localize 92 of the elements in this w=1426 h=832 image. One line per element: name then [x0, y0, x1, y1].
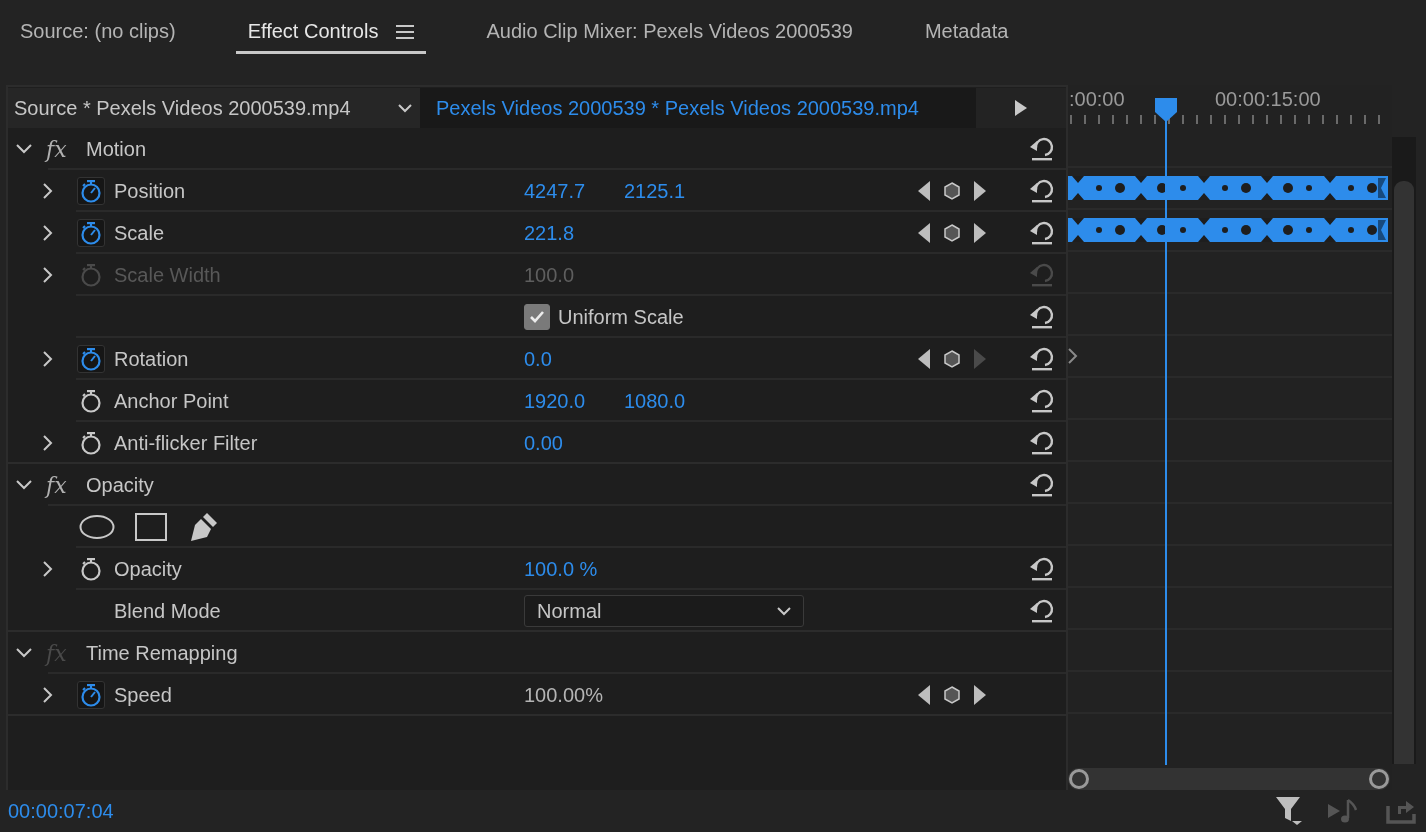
timecode-label: 00:00:15:00 [1215, 88, 1322, 111]
property-value[interactable]: 1080.0 [624, 389, 724, 413]
effect-name: Time Remapping [86, 641, 239, 665]
stopwatch-toggle[interactable] [77, 219, 105, 247]
property-name: Blend Mode [114, 599, 221, 623]
sequence-clip-tab[interactable]: Pexels Videos 2000539 * Pexels Videos 2000539.mp4 [420, 88, 976, 128]
twirl-icon[interactable] [43, 435, 53, 451]
stopwatch-icon [80, 347, 102, 371]
twirl-icon[interactable] [16, 144, 32, 154]
panel-tab[interactable]: Audio Clip Mixer: Pexels Videos 2000539 [474, 6, 865, 54]
property-value[interactable]: 0.0 [524, 347, 624, 371]
ellipse-mask-icon[interactable] [79, 514, 115, 540]
property-name: Anti-flicker Filter [114, 431, 258, 455]
property-value[interactable]: 100.0 % [524, 557, 624, 581]
fx-toggle[interactable]: fx [46, 472, 76, 498]
property-value[interactable]: 0.00 [524, 431, 624, 455]
timecode-label: :00:00 [1069, 88, 1126, 111]
reset-icon[interactable] [1028, 136, 1054, 162]
zoom-scrollbar[interactable] [1068, 768, 1390, 790]
play-icon[interactable] [1015, 100, 1027, 116]
add-keyframe-icon[interactable] [944, 686, 960, 704]
add-keyframe-icon[interactable] [944, 350, 960, 368]
previous-keyframe-icon[interactable] [918, 349, 930, 369]
stopwatch-icon [80, 557, 102, 581]
scroll-handle[interactable] [1369, 769, 1389, 789]
property-name: Scale Width [114, 263, 221, 287]
scroll-thumb[interactable] [1394, 181, 1414, 764]
reset-icon[interactable] [1028, 220, 1054, 246]
add-keyframe-icon[interactable] [944, 224, 960, 242]
property-value[interactable]: 1920.0 [524, 389, 624, 413]
stopwatch-icon [80, 179, 102, 203]
property-name: Anchor Point [114, 389, 229, 413]
menu-icon[interactable] [396, 24, 415, 39]
fx-toggle[interactable]: fx [46, 136, 76, 162]
stopwatch-toggle[interactable] [77, 345, 105, 373]
property-value: 100.00% [524, 683, 604, 707]
property-name: Speed [114, 683, 172, 707]
reset-icon[interactable] [1028, 178, 1054, 204]
filter-icon[interactable] [1276, 797, 1302, 825]
previous-keyframe-icon[interactable] [918, 685, 930, 705]
next-keyframe-icon[interactable] [974, 685, 986, 705]
reset-icon[interactable] [1028, 556, 1054, 582]
blend-mode-dropdown[interactable]: Normal [524, 595, 804, 627]
reset-icon[interactable] [1028, 430, 1054, 456]
previous-keyframe-icon[interactable] [918, 223, 930, 243]
reset-icon[interactable] [1028, 472, 1054, 498]
twirl-icon[interactable] [43, 183, 53, 199]
property-name: Position [114, 179, 186, 203]
property-value[interactable]: 4247.7 [524, 179, 624, 203]
stopwatch-icon [80, 431, 102, 455]
checkmark-icon [529, 310, 545, 324]
vertical-scrollbar[interactable] [1392, 137, 1416, 764]
reset-icon[interactable] [1028, 388, 1054, 414]
reset-icon[interactable] [1028, 598, 1054, 624]
stopwatch-icon [80, 263, 102, 287]
stopwatch-icon [80, 221, 102, 245]
panel-tab[interactable]: Metadata [912, 6, 1021, 54]
twirl-icon[interactable] [16, 648, 32, 658]
rectangle-mask-icon[interactable] [135, 513, 167, 541]
effect-name: Opacity [86, 473, 155, 497]
caret-icon[interactable] [777, 606, 791, 616]
panel-tab[interactable]: Effect Controls [235, 6, 427, 54]
property-value: 100.0 [524, 263, 576, 287]
previous-keyframe-icon[interactable] [918, 181, 930, 201]
checkbox-label: Uniform Scale [558, 305, 684, 329]
twirl-icon[interactable] [43, 225, 53, 241]
effect-name: Motion [86, 137, 148, 161]
stopwatch-toggle[interactable] [77, 681, 105, 709]
property-name: Scale [114, 221, 165, 245]
caret-icon[interactable] [398, 103, 412, 113]
stopwatch-icon [80, 683, 102, 707]
twirl-icon[interactable] [16, 480, 32, 490]
add-keyframe-icon[interactable] [944, 182, 960, 200]
clip-dropdown[interactable]: Source * Pexels Videos 2000539.mp4 [8, 88, 420, 128]
twirl-icon[interactable] [43, 687, 53, 703]
next-keyframe-icon[interactable] [974, 223, 986, 243]
scroll-handle[interactable] [1069, 769, 1089, 789]
stopwatch-toggle[interactable] [77, 177, 105, 205]
next-keyframe-icon[interactable] [974, 181, 986, 201]
checkbox[interactable] [524, 304, 550, 330]
panel-tab[interactable]: Source: (no clips) [8, 6, 188, 54]
property-value[interactable]: 221.8 [524, 221, 624, 245]
property-name: Opacity [114, 557, 182, 581]
current-timecode[interactable]: 00:00:07:04 [8, 799, 114, 823]
reset-icon[interactable] [1028, 346, 1054, 372]
stopwatch-icon [80, 389, 102, 413]
twirl-icon[interactable] [43, 351, 53, 367]
property-name: Rotation [114, 347, 189, 371]
property-value[interactable]: 2125.1 [624, 179, 724, 203]
twirl-icon[interactable] [43, 561, 53, 577]
reset-icon[interactable] [1028, 304, 1054, 330]
playhead[interactable] [1154, 97, 1178, 765]
